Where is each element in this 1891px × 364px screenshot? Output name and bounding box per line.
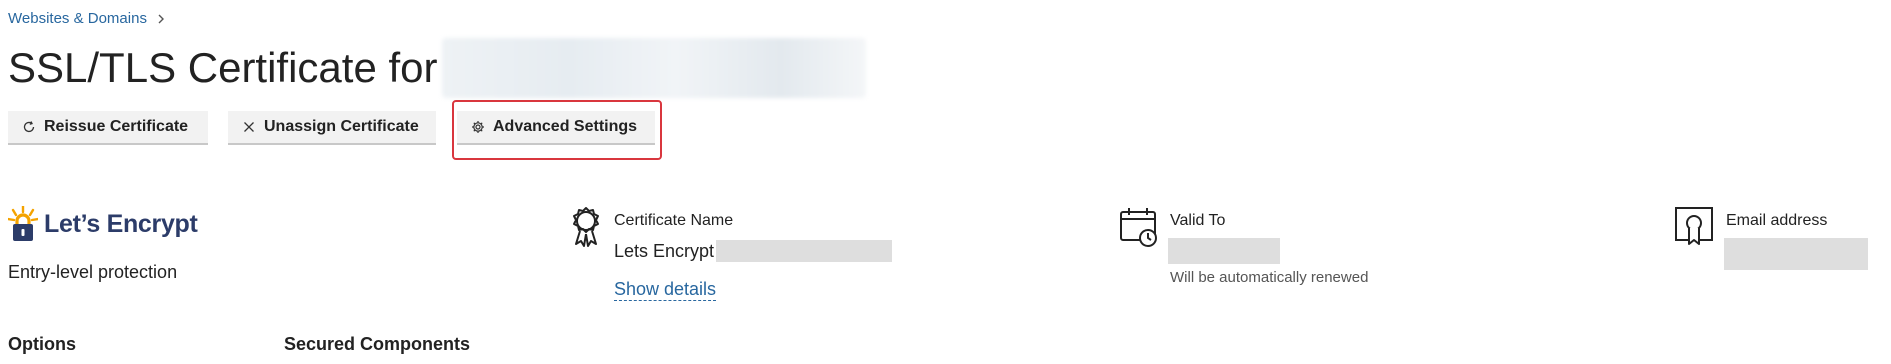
breadcrumb: Websites & Domains [8, 10, 167, 27]
unassign-certificate-button[interactable]: Unassign Certificate [228, 111, 436, 145]
advanced-settings-label: Advanced Settings [493, 118, 638, 135]
lets-encrypt-brand-text: Let’s Encrypt [44, 209, 198, 238]
reissue-certificate-label: Reissue Certificate [44, 118, 189, 135]
certificate-badge-icon [573, 207, 599, 247]
redacted-email-address [1724, 238, 1868, 270]
protection-level-text: Entry-level protection [8, 262, 178, 282]
lets-encrypt-lock-icon [8, 206, 38, 241]
breadcrumb-websites-domains[interactable]: Websites & Domains [8, 10, 147, 27]
chevron-right-icon [158, 14, 164, 23]
auto-renew-note: Will be automatically renewed [1170, 269, 1369, 286]
page-title: SSL/TLS Certificate for [8, 38, 866, 98]
show-details-link[interactable]: Show details [614, 279, 717, 301]
unassign-certificate-label: Unassign Certificate [264, 118, 419, 135]
show-details-container: Show details [614, 279, 717, 301]
calendar-clock-icon [1120, 208, 1157, 247]
gear-icon [472, 121, 484, 133]
redacted-domain [441, 38, 866, 98]
options-heading: Options [8, 334, 76, 354]
certificate-name-value: Lets Encrypt [614, 240, 893, 262]
redacted-valid-to-date [1168, 238, 1280, 264]
close-icon [244, 122, 254, 132]
reissue-certificate-button[interactable]: Reissue Certificate [8, 111, 208, 145]
redacted-certificate-suffix [716, 240, 893, 262]
advanced-settings-button[interactable]: Advanced Settings [457, 111, 655, 145]
certificate-name-text: Lets Encrypt [614, 240, 715, 261]
valid-to-label: Valid To [1170, 212, 1226, 229]
lets-encrypt-logo: Let’s Encrypt [8, 206, 198, 242]
email-address-label: Email address [1726, 212, 1828, 229]
certificate-document-icon [1675, 207, 1713, 245]
refresh-icon [23, 121, 35, 133]
certificate-name-label: Certificate Name [614, 212, 734, 229]
page-title-text: SSL/TLS Certificate for [8, 44, 438, 91]
secured-components-heading: Secured Components [284, 334, 471, 354]
